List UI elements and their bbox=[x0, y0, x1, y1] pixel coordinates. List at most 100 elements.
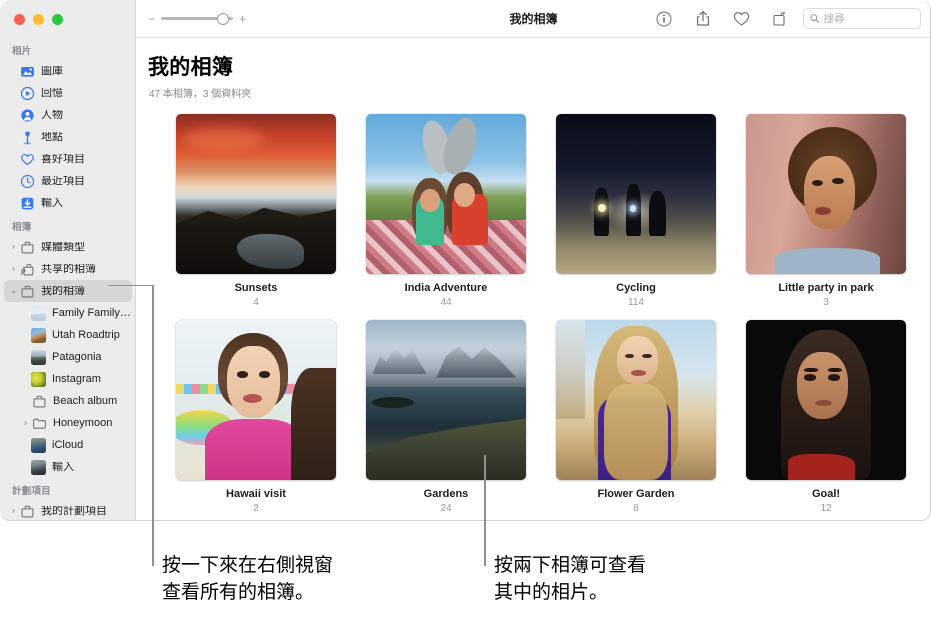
album-name: Sunsets bbox=[234, 282, 278, 294]
people-icon bbox=[19, 107, 35, 123]
sidebar-item-[interactable]: 最近項目 bbox=[4, 170, 132, 192]
rotate-icon[interactable] bbox=[772, 10, 789, 27]
page-title: 我的相簿 bbox=[148, 56, 234, 79]
sidebar-item-label: 回憶 bbox=[41, 87, 63, 99]
chevron-right-icon[interactable]: › bbox=[8, 507, 19, 515]
sidebar-item-beach-album[interactable]: Beach album bbox=[4, 390, 132, 412]
toolbar: − + 我的相簿 bbox=[136, 0, 931, 38]
window-controls[interactable] bbox=[14, 14, 63, 25]
album-photo-count: 8 bbox=[633, 503, 639, 514]
album-name: Flower Garden bbox=[597, 488, 675, 500]
callout-2-line-2: 其中的相片。 bbox=[494, 582, 609, 603]
search-icon bbox=[810, 14, 820, 23]
sidebar-item-[interactable]: 輸入 bbox=[4, 192, 132, 214]
album-photo-count: 44 bbox=[440, 297, 452, 308]
sidebar-item-label: 媒體類型 bbox=[41, 241, 85, 253]
photo-thumb-family bbox=[31, 305, 46, 321]
library-icon bbox=[19, 63, 35, 79]
album-outline-icon bbox=[19, 283, 35, 299]
page-subtitle: 47 本相簿，3 個資料夾 bbox=[149, 89, 252, 100]
sidebar-item-[interactable]: 喜好項目 bbox=[4, 148, 132, 170]
sidebar-item-instagram[interactable]: Instagram bbox=[4, 368, 132, 390]
photo-thumb-icloud bbox=[31, 437, 46, 453]
sidebar-item-[interactable]: 輸入 bbox=[4, 456, 132, 478]
album-thumbnail[interactable] bbox=[176, 320, 336, 480]
sidebar-item-label: 人物 bbox=[41, 109, 63, 121]
search-box[interactable] bbox=[803, 8, 921, 29]
favorite-heart-icon[interactable] bbox=[733, 10, 750, 27]
sidebar-item-label: 我的相簿 bbox=[41, 285, 85, 297]
album-thumbnail[interactable] bbox=[556, 320, 716, 480]
search-input[interactable] bbox=[823, 12, 914, 25]
main-content: 我的相簿 47 本相簿，3 個資料夾 Sunsets 4 India Adventu… bbox=[137, 39, 931, 521]
album-name: Little party in park bbox=[778, 282, 874, 294]
album-item[interactable]: India Adventure 44 bbox=[351, 114, 541, 308]
close-button-icon[interactable] bbox=[14, 14, 25, 25]
album-outline-icon bbox=[31, 393, 47, 409]
album-item[interactable]: Little party in park 3 bbox=[731, 114, 921, 308]
sidebar-item-[interactable]: ⌄ 我的相簿 bbox=[4, 280, 132, 302]
callout-1-text: 按一下來在右側視窗 查看所有的相簿。 bbox=[162, 552, 462, 606]
sidebar-item-label: 喜好項目 bbox=[41, 153, 85, 165]
sidebar: 相片 圖庫 回憶 人物 地點 喜好項目 最近項目 輸入 相簿 › 媒體類型 › 共享的相簿 ⌄ 我的相簿 Fa… bbox=[0, 0, 136, 521]
sidebar-item-[interactable]: › 共享的相簿 bbox=[4, 258, 132, 280]
callout-1-line-1: 按一下來在右側視窗 bbox=[162, 555, 334, 576]
screenshot-root: 相片 圖庫 回憶 人物 地點 喜好項目 最近項目 輸入 相簿 › 媒體類型 › 共享的相簿 ⌄ 我的相簿 Fa… bbox=[0, 0, 931, 622]
callout-2-line-1: 按兩下相簿可查看 bbox=[494, 555, 647, 576]
share-icon[interactable] bbox=[694, 10, 711, 27]
album-thumbnail[interactable] bbox=[746, 114, 906, 274]
toolbar-actions bbox=[655, 10, 789, 27]
sidebar-item-utah-roadtrip[interactable]: Utah Roadtrip bbox=[4, 324, 132, 346]
sidebar-item-label: Beach album bbox=[53, 395, 118, 407]
album-photo-count: 2 bbox=[253, 503, 259, 514]
sidebar-item-[interactable]: › 我的計劃項目 bbox=[4, 500, 132, 521]
chevron-right-icon[interactable]: › bbox=[20, 419, 31, 427]
sidebar-item-[interactable]: › 媒體類型 bbox=[4, 236, 132, 258]
album-item[interactable]: Hawaii visit 2 bbox=[161, 320, 351, 514]
album-item[interactable]: Sunsets 4 bbox=[161, 114, 351, 308]
sidebar-item-family-family[interactable]: Family Family… bbox=[4, 302, 132, 324]
sidebar-item-label: 我的計劃項目 bbox=[41, 505, 107, 517]
album-photo-count: 3 bbox=[823, 297, 829, 308]
memories-icon bbox=[19, 85, 35, 101]
sidebar-item-honeymoon[interactable]: › Honeymoon bbox=[4, 412, 132, 434]
sidebar-item-label: Family Family… bbox=[52, 307, 131, 319]
sidebar-item-label: iCloud bbox=[52, 439, 84, 451]
sidebar-list[interactable]: 相片 圖庫 回憶 人物 地點 喜好項目 最近項目 輸入 相簿 › 媒體類型 › 共享的相簿 ⌄ 我的相簿 Fa… bbox=[0, 38, 136, 521]
sidebar-item-[interactable]: 人物 bbox=[4, 104, 132, 126]
callout-leader-1-vertical bbox=[152, 285, 154, 566]
photo-thumb-instagram bbox=[31, 371, 46, 387]
album-thumbnail[interactable] bbox=[556, 114, 716, 274]
chevron-right-icon[interactable]: › bbox=[8, 243, 19, 251]
sidebar-item-[interactable]: 圖庫 bbox=[4, 60, 132, 82]
minimize-button-icon[interactable] bbox=[33, 14, 44, 25]
album-item[interactable]: Gardens 24 bbox=[351, 320, 541, 514]
album-thumbnail[interactable] bbox=[176, 114, 336, 274]
sidebar-section-header: 相片 bbox=[12, 46, 32, 57]
album-grid[interactable]: Sunsets 4 India Adventure 44 Cycling 114 Littl… bbox=[161, 114, 931, 514]
folder-icon bbox=[31, 415, 47, 431]
shared-album-icon bbox=[19, 261, 35, 277]
chevron-right-icon[interactable]: › bbox=[8, 265, 19, 273]
places-icon bbox=[19, 129, 35, 145]
sidebar-item-label: 最近項目 bbox=[41, 175, 85, 187]
album-thumbnail[interactable] bbox=[366, 320, 526, 480]
info-icon[interactable] bbox=[655, 10, 672, 27]
callout-2-text: 按兩下相簿可查看 其中的相片。 bbox=[494, 552, 794, 606]
zoom-button-icon[interactable] bbox=[52, 14, 63, 25]
album-photo-count: 12 bbox=[820, 503, 832, 514]
album-item[interactable]: Goal! 12 bbox=[731, 320, 921, 514]
sidebar-item-[interactable]: 地點 bbox=[4, 126, 132, 148]
album-name: Gardens bbox=[423, 488, 469, 500]
sidebar-item-[interactable]: 回憶 bbox=[4, 82, 132, 104]
album-photo-count: 114 bbox=[628, 297, 644, 308]
album-item[interactable]: Cycling 114 bbox=[541, 114, 731, 308]
chevron-down-icon[interactable]: ⌄ bbox=[8, 287, 19, 295]
album-item[interactable]: Flower Garden 8 bbox=[541, 320, 731, 514]
album-thumbnail[interactable] bbox=[366, 114, 526, 274]
album-thumbnail[interactable] bbox=[746, 320, 906, 480]
album-photo-count: 24 bbox=[440, 503, 452, 514]
sidebar-item-patagonia[interactable]: Patagonia bbox=[4, 346, 132, 368]
sidebar-item-icloud[interactable]: iCloud bbox=[4, 434, 132, 456]
album-outline-icon bbox=[19, 503, 35, 519]
